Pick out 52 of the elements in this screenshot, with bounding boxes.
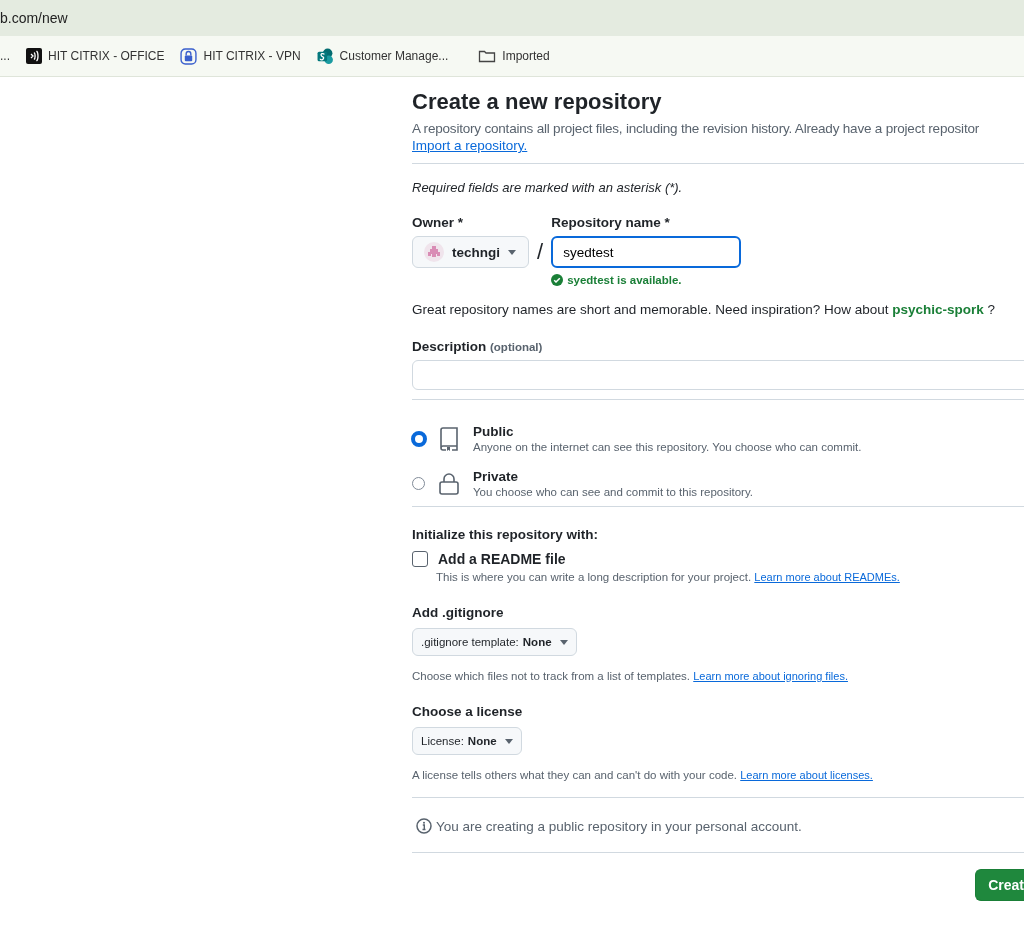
licenses-link[interactable]: Learn more about licenses. xyxy=(740,769,873,781)
repository-name-field[interactable]: syedtest xyxy=(551,236,742,268)
gitignore-heading: Add .gitignore xyxy=(412,605,505,620)
path-separator: / xyxy=(537,239,544,265)
intro-text: A repository contains all project files, including the revision history. Already have a project repositor xyxy=(412,121,981,136)
visibility-option-description: Anyone on the internet can see this repository. You choose who can commit. xyxy=(473,441,862,453)
book-icon xyxy=(439,426,459,451)
description-label: Description (optional) xyxy=(412,339,544,354)
bookmark[interactable]: HIT CITRIX - VPN xyxy=(180,47,301,65)
bookmark[interactable]: Customer Manage... xyxy=(316,47,449,65)
lock-icon xyxy=(439,472,459,495)
visibility-option-label: Private xyxy=(473,469,520,484)
avatar-icon xyxy=(424,242,444,262)
suggestion-text: Great repository names are short and memorable. Need inspiration? How about psychic-spork ? xyxy=(412,302,997,317)
import-link[interactable]: Import a repository. xyxy=(412,138,528,153)
bookmark[interactable]: ... xyxy=(0,49,10,63)
availability-message: syedtest is available. xyxy=(567,274,682,286)
visibility-option-description: You choose who can see and commit to this repository. xyxy=(473,486,753,498)
suggested-name-link[interactable]: psychic-spork xyxy=(892,302,984,317)
lock-icon xyxy=(180,47,198,65)
checkbox[interactable] xyxy=(412,551,428,567)
visibility-option-label: Public xyxy=(473,424,515,439)
address-text[interactable]: b.com/new xyxy=(0,10,68,26)
info-icon xyxy=(416,818,432,834)
folder-icon xyxy=(478,48,497,64)
license-dropdown[interactable]: License: None xyxy=(412,727,522,755)
caret-icon xyxy=(508,249,516,255)
bookmark[interactable]: Imported xyxy=(478,48,550,64)
owner-dropdown[interactable]: techngi xyxy=(412,236,529,268)
description-field[interactable] xyxy=(412,360,1024,390)
initialize-heading: Initialize this repository with: xyxy=(412,527,600,542)
radio-button[interactable] xyxy=(411,430,427,447)
license-description: A license tells others what they can and can't do with your code. Learn more about licenses. xyxy=(412,769,874,781)
repository-name-label: Repository name * xyxy=(551,215,671,230)
cloud-s-icon xyxy=(316,47,334,65)
caret-icon xyxy=(504,738,513,744)
check-circle-icon xyxy=(551,274,564,286)
ignoring-files-link[interactable]: Learn more about ignoring files. xyxy=(693,670,848,682)
gitignore-description: Choose which files not to track from a list of templates. Learn more about ignoring files. xyxy=(412,670,849,682)
notice-text: You are creating a public repository in your personal account. xyxy=(436,818,802,834)
signal-waves-icon xyxy=(26,48,42,64)
gitignore-template-dropdown[interactable]: .gitignore template: None xyxy=(412,628,577,656)
owner-label: Owner * xyxy=(412,215,464,230)
readmes-link[interactable]: Learn more about READMEs. xyxy=(754,571,900,583)
page-title: Create a new repository xyxy=(412,89,663,115)
caret-icon xyxy=(559,639,568,645)
create-repository-button[interactable]: Creat xyxy=(975,869,1024,901)
bookmark[interactable]: HIT CITRIX - OFFICE xyxy=(26,48,165,64)
readme-option-label: Add a README file xyxy=(438,551,566,567)
readme-description: This is where you can write a long description for your project. Learn more about READMEs. xyxy=(436,571,901,583)
license-heading: Choose a license xyxy=(412,704,524,719)
required-note: Required fields are marked with an asterisk (*). xyxy=(412,180,684,195)
